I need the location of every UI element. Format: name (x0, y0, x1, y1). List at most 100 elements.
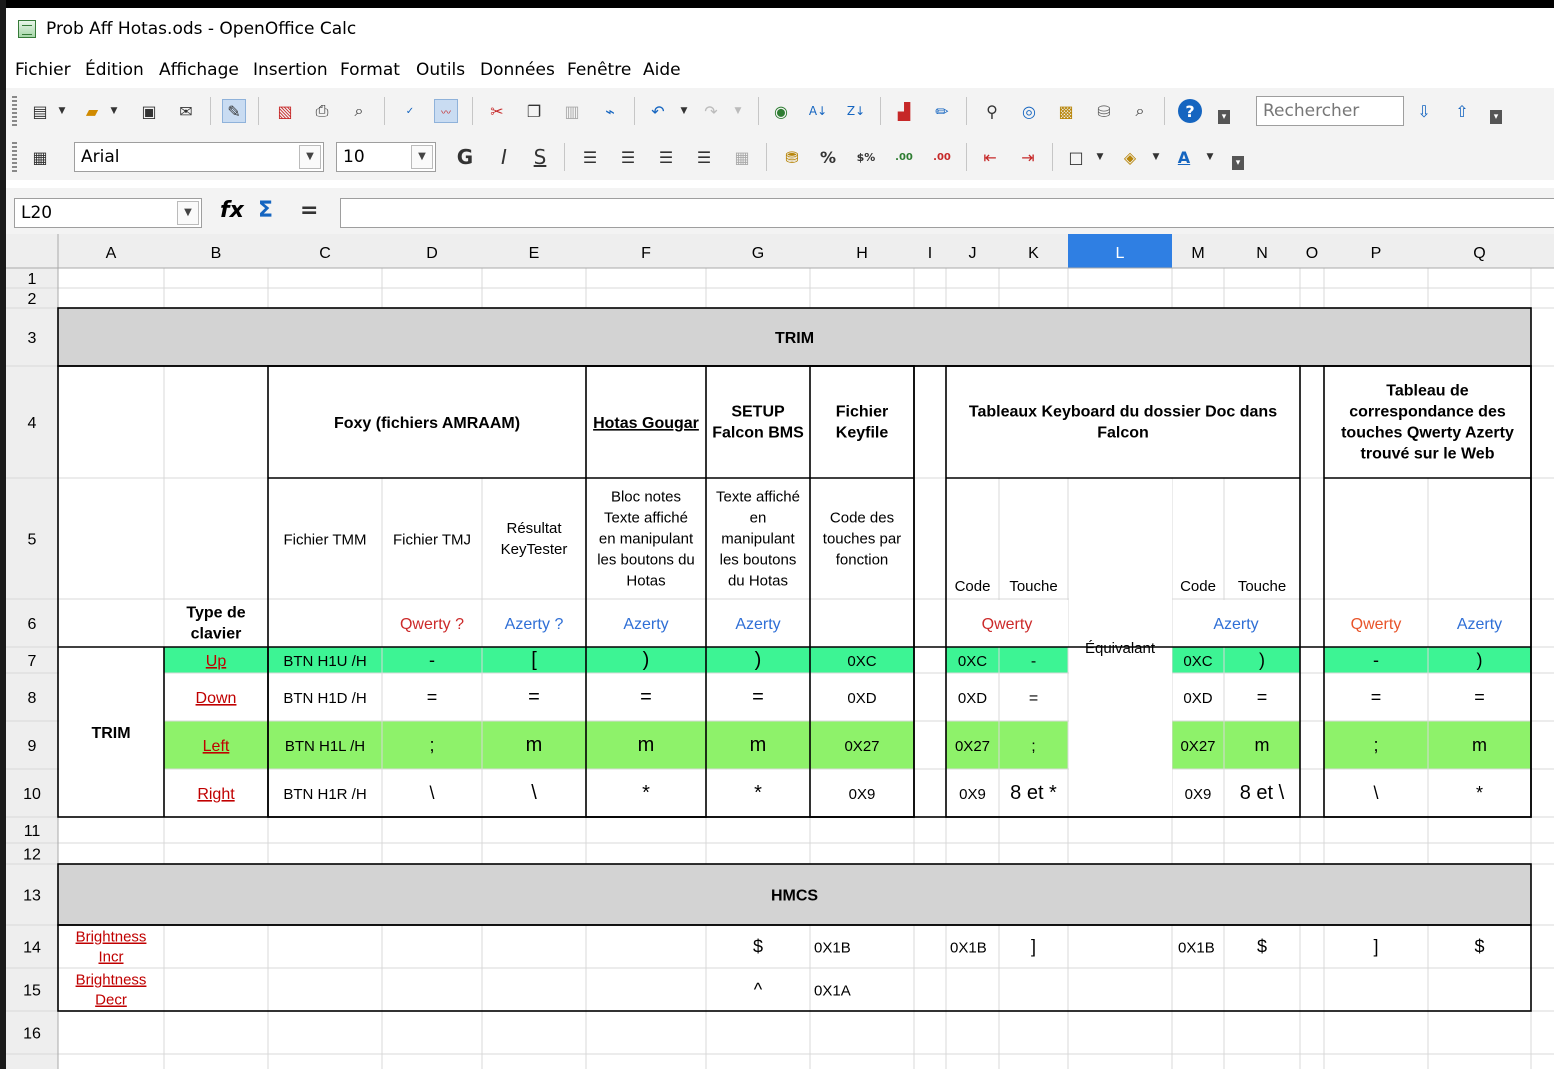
email-icon[interactable]: ✉ (174, 99, 198, 123)
clone-formatting-icon[interactable]: ⌁ (598, 99, 622, 123)
print-preview-icon[interactable]: ⌕ (347, 99, 371, 123)
formula-input[interactable] (340, 198, 1554, 228)
hyperlink-icon[interactable]: ◉ (769, 99, 793, 123)
increase-indent-icon[interactable]: ⇥ (1016, 145, 1040, 169)
sort-ascending-icon[interactable]: A↓ (806, 99, 830, 123)
toolbar-overflow-icon[interactable]: ▾ (1218, 110, 1230, 124)
add-decimal-icon[interactable]: .00 (892, 145, 916, 169)
spreadsheet-grid[interactable]: A B C D E F G H I J K L M N O P Q12345678910111213141516… (6, 234, 1554, 1069)
formatting-overflow-icon[interactable]: ▾ (1232, 156, 1244, 170)
find-next-icon[interactable]: ⇩ (1412, 99, 1436, 123)
data-sources-icon[interactable]: ⛁ (1092, 99, 1116, 123)
new-document-icon[interactable]: ▤ (28, 99, 52, 123)
spellcheck-icon[interactable]: ✓ (398, 99, 422, 123)
search-input[interactable]: Rechercher (1256, 96, 1404, 126)
draw-functions-icon[interactable]: ✏ (930, 99, 954, 123)
find-replace-icon[interactable]: ⚲ (980, 99, 1004, 123)
name-box[interactable]: L20 ▼ (14, 198, 202, 228)
toolbar-grip[interactable] (12, 96, 17, 126)
function-equals-icon[interactable]: = (300, 198, 318, 223)
cell-value: 8 et * (1010, 782, 1057, 804)
font-size-select[interactable]: 10 ▼ (336, 142, 436, 172)
styles-formatting-icon[interactable]: ▦ (28, 145, 52, 169)
cell-reference: L20 (21, 203, 53, 223)
print-icon[interactable]: ⎙ (310, 99, 334, 123)
zoom-icon[interactable]: ⌕ (1128, 99, 1152, 123)
function-wizard-icon[interactable]: fx (220, 198, 244, 223)
percent-format-icon[interactable]: % (816, 145, 840, 169)
menu-aide[interactable]: Aide (643, 60, 681, 80)
find-previous-icon[interactable]: ⇧ (1450, 99, 1474, 123)
italic-icon[interactable]: I (492, 145, 516, 169)
trim-section-title: TRIM (775, 330, 814, 347)
copy-icon[interactable]: ❐ (522, 99, 546, 123)
font-color-dropdown-icon[interactable]: ▼ (1204, 145, 1216, 169)
edit-mode-icon[interactable]: ✎ (222, 99, 246, 123)
underline-icon[interactable]: S (528, 145, 552, 169)
new-dropdown-icon[interactable]: ▼ (56, 99, 68, 123)
menu-fichier[interactable]: Fichier (15, 60, 71, 80)
sum-icon[interactable]: Σ (258, 198, 273, 223)
paste-icon[interactable]: ▥ (560, 99, 584, 123)
btn-code: BTN H1R /H (283, 786, 366, 803)
standard-format-icon[interactable]: $% (854, 145, 878, 169)
menu-affichage[interactable]: Affichage (159, 60, 239, 80)
sort-descending-icon[interactable]: Z↓ (844, 99, 868, 123)
menu-outils[interactable]: Outils (416, 60, 465, 80)
align-right-icon[interactable]: ☰ (654, 145, 678, 169)
redo-dropdown-icon[interactable]: ▼ (732, 99, 744, 123)
azerty-web-label: Azerty (1457, 616, 1502, 633)
row-header-2: 2 (28, 291, 37, 308)
cell-value: = (528, 686, 540, 708)
navigator-icon[interactable]: ◎ (1017, 99, 1041, 123)
cell-value: = (640, 686, 652, 708)
open-dropdown-icon[interactable]: ▼ (108, 99, 120, 123)
autospellcheck-icon[interactable]: 〰 (434, 99, 458, 123)
delete-decimal-icon[interactable]: .00 (930, 145, 954, 169)
currency-format-icon[interactable]: ⛃ (780, 145, 804, 169)
cell-value: ) (755, 649, 762, 671)
code-touches-label: touches par (823, 531, 901, 548)
align-center-icon[interactable]: ☰ (616, 145, 640, 169)
menu-insertion[interactable]: Insertion (253, 60, 328, 80)
toolbar-grip[interactable] (12, 142, 17, 172)
save-icon[interactable]: ▣ (137, 99, 161, 123)
merge-cells-icon[interactable]: ▦ (730, 145, 754, 169)
background-color-icon[interactable]: ◈ (1118, 145, 1142, 169)
column-header-j: J (969, 245, 977, 262)
column-header-q: Q (1473, 245, 1485, 262)
row-header-6: 6 (28, 616, 37, 633)
decrease-indent-icon[interactable]: ⇤ (978, 145, 1002, 169)
bold-icon[interactable]: G (453, 145, 477, 169)
borders-icon[interactable]: □ (1064, 145, 1088, 169)
menu-fenetre[interactable]: Fenêtre (567, 60, 631, 80)
search-overflow-icon[interactable]: ▾ (1490, 110, 1502, 124)
chevron-down-icon[interactable]: ▼ (299, 145, 321, 169)
export-pdf-icon[interactable]: ▧ (273, 99, 297, 123)
undo-dropdown-icon[interactable]: ▼ (678, 99, 690, 123)
menu-format[interactable]: Format (340, 60, 400, 80)
justify-icon[interactable]: ☰ (692, 145, 716, 169)
background-dropdown-icon[interactable]: ▼ (1150, 145, 1162, 169)
help-icon[interactable]: ? (1178, 99, 1202, 123)
cell-value: - (1373, 650, 1379, 670)
chevron-down-icon[interactable]: ▼ (411, 145, 433, 169)
cell-value: 8 et \ (1240, 782, 1285, 804)
chart-icon[interactable]: ▟ (892, 99, 916, 123)
font-name-select[interactable]: Arial ▼ (74, 142, 324, 172)
redo-icon[interactable]: ↷ (699, 99, 723, 123)
bloc-notes-label: Texte affiché (604, 510, 688, 527)
align-left-icon[interactable]: ☰ (578, 145, 602, 169)
gallery-icon[interactable]: ▩ (1054, 99, 1078, 123)
cut-icon[interactable]: ✂ (485, 99, 509, 123)
foxy-header: Foxy (fichiers AMRAAM) (334, 415, 520, 432)
row-header-3: 3 (28, 330, 37, 347)
menu-donnees[interactable]: Données (480, 60, 555, 80)
undo-icon[interactable]: ↶ (646, 99, 670, 123)
open-folder-icon[interactable]: ▰ (80, 99, 104, 123)
hex-code: 0X9 (849, 786, 876, 803)
borders-dropdown-icon[interactable]: ▼ (1094, 145, 1106, 169)
font-color-icon[interactable]: A (1172, 145, 1196, 169)
menu-edition[interactable]: Édition (85, 60, 144, 80)
chevron-down-icon[interactable]: ▼ (177, 201, 199, 225)
